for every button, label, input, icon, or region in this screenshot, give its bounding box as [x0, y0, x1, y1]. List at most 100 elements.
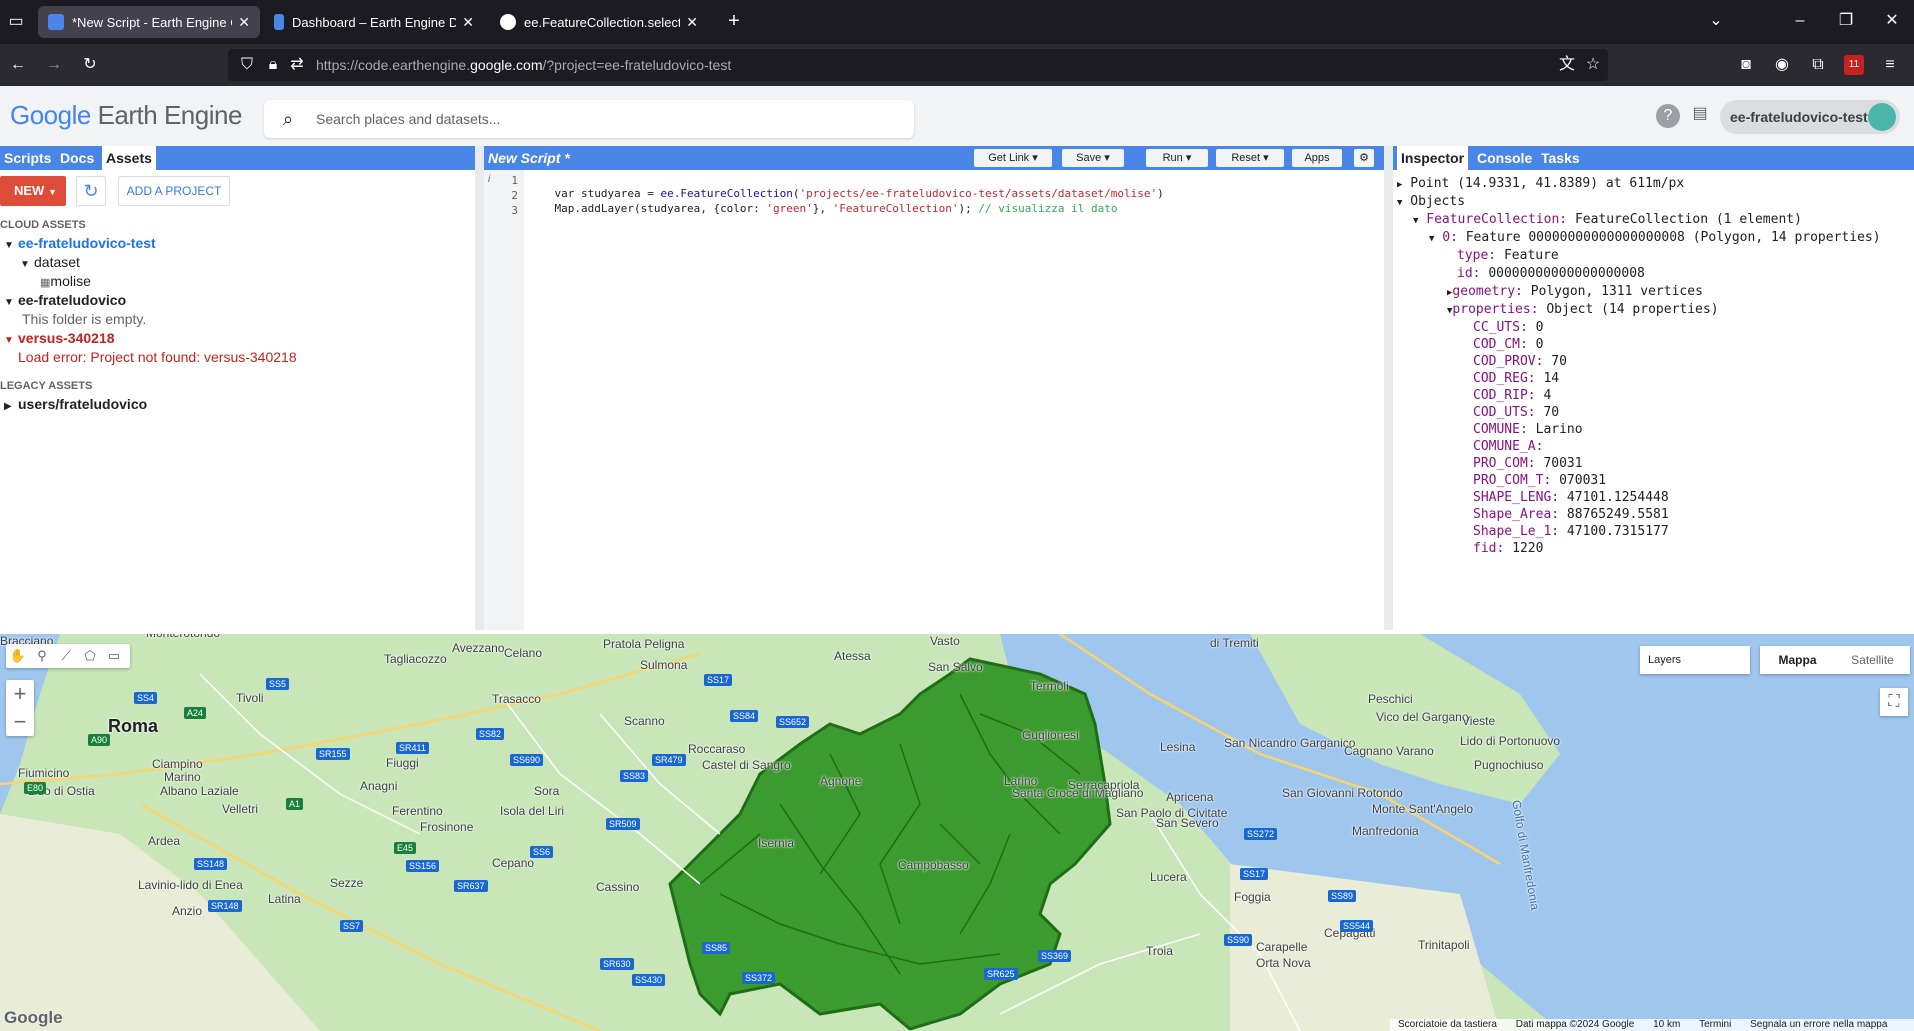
chevron-down-icon[interactable]: ⌄ — [1706, 11, 1726, 31]
inspector-feature[interactable]: ▼ 0: Feature 00000000000000000008 (Polyg… — [1429, 230, 1881, 245]
close-tab-icon[interactable]: ✕ — [238, 14, 250, 31]
terms-link[interactable]: Termini — [1699, 1019, 1731, 1030]
run-button[interactable]: Run ▾ — [1146, 149, 1208, 167]
code-line-2[interactable]: Map.addLayer(studyarea, {color: 'green'}… — [528, 189, 1118, 228]
zoom-out-button[interactable]: − — [6, 708, 34, 736]
tab-console[interactable]: Console — [1473, 146, 1536, 170]
map-type-mappa[interactable]: Mappa — [1760, 646, 1835, 674]
close-window-icon[interactable]: ✕ — [1882, 11, 1902, 31]
tab-tasks[interactable]: Tasks — [1537, 146, 1584, 170]
help-icon[interactable]: ? — [1656, 104, 1680, 128]
report-error-link[interactable]: Segnala un errore nella mappa — [1750, 1019, 1887, 1030]
tab-docs[interactable]: Docs — [56, 146, 98, 170]
scale-bar[interactable]: 10 km — [1653, 1019, 1680, 1030]
inspector-objects[interactable]: ▼ Objects — [1397, 194, 1465, 209]
caret-right-icon[interactable]: ▶ — [4, 401, 18, 412]
permissions-icon[interactable]: ⇄ — [288, 55, 306, 75]
tab-inspector[interactable]: Inspector — [1397, 146, 1469, 170]
left-splitter[interactable] — [475, 146, 484, 630]
caret-down-icon[interactable]: ▼ — [4, 297, 18, 308]
caret-down-icon[interactable]: ▼ — [1413, 216, 1418, 226]
shield-icon[interactable]: ⛉ — [238, 55, 256, 75]
caret-down-icon[interactable]: ▼ — [4, 240, 18, 251]
inspector-geometry[interactable]: ▶geometry: Polygon, 1311 vertices — [1447, 284, 1703, 299]
fullscreen-icon[interactable]: ⛶ — [1880, 688, 1908, 716]
extension-badge-icon[interactable]: 11 — [1844, 55, 1864, 75]
right-splitter[interactable] — [1384, 146, 1393, 630]
inspector-point[interactable]: ▶ Point (14.9331, 41.8389) at 611m/px — [1397, 176, 1684, 191]
road-shield: SS544 — [1340, 920, 1374, 932]
caret-down-icon[interactable]: ▼ — [4, 335, 18, 346]
tree-project-test[interactable]: ▼ ee-frateludovico-test — [4, 235, 156, 251]
keyboard-shortcuts-link[interactable]: Scorciatoie da tastiera — [1398, 1019, 1497, 1030]
browser-tab-dashboard[interactable]: Dashboard – Earth Engine Default ✕ — [264, 6, 484, 38]
tree-project-frateludovico[interactable]: ▼ ee-frateludovico — [4, 292, 126, 308]
lock-icon[interactable]: 🔒︎ — [264, 55, 282, 75]
forward-icon[interactable]: → — [44, 55, 64, 75]
place-label: Monte Sant'Angelo — [1372, 802, 1474, 816]
draw-rectangle-icon[interactable]: ▭ — [102, 644, 126, 668]
back-icon[interactable]: ← — [8, 55, 28, 75]
road-shield: SR155 — [316, 748, 350, 760]
road-shield: SR625 — [984, 968, 1018, 980]
reset-button[interactable]: Reset ▾ — [1216, 149, 1284, 167]
tree-legacy-user[interactable]: ▶ users/frateludovico — [4, 396, 147, 412]
avatar[interactable] — [1868, 103, 1896, 131]
zoom-in-button[interactable]: + — [6, 680, 34, 708]
browser-tab-docs[interactable]: ee.FeatureCollection.select | Google ✕ — [490, 6, 708, 38]
tree-folder-dataset[interactable]: ▼ dataset — [20, 254, 80, 270]
restore-icon[interactable]: ❐ — [1836, 11, 1856, 31]
new-tab-icon[interactable]: + — [724, 11, 744, 31]
get-link-button[interactable]: Get Link ▾ — [974, 149, 1052, 167]
caret-down-icon[interactable]: ▼ — [20, 259, 34, 270]
property-value: 0 — [1535, 337, 1544, 352]
inspector-featurecollection[interactable]: ▼ FeatureCollection: FeatureCollection (… — [1413, 212, 1802, 227]
extensions-icon[interactable]: ⧉ — [1808, 55, 1828, 75]
place-label: Trasacco — [492, 692, 541, 706]
menu-icon[interactable]: ≡ — [1880, 55, 1900, 75]
bookmark-star-icon[interactable]: ☆ — [1584, 55, 1602, 75]
place-label: Marino — [164, 770, 201, 784]
map-type-satellite[interactable]: Satellite — [1835, 646, 1910, 674]
apps-button[interactable]: Apps — [1292, 149, 1342, 167]
property-key: COD_UTS: — [1473, 405, 1536, 420]
minimize-icon[interactable]: – — [1790, 11, 1810, 31]
tab-list-icon[interactable]: ▭ — [6, 12, 26, 32]
draw-line-icon[interactable]: ⟋ — [54, 644, 78, 668]
inspector-properties[interactable]: ▼properties: Object (14 properties) — [1447, 302, 1719, 317]
search-box[interactable]: ⌕ Search places and datasets... — [264, 100, 914, 138]
pan-hand-icon[interactable]: ✋ — [6, 644, 30, 668]
add-project-button[interactable]: ADD A PROJECT — [118, 176, 230, 206]
new-button[interactable]: NEW ▼ — [0, 176, 66, 206]
earth-engine-logo[interactable]: Google Earth Engine — [10, 100, 242, 131]
account-icon[interactable]: ◉ — [1772, 55, 1792, 75]
caret-down-icon[interactable]: ▼ — [1397, 198, 1402, 208]
add-marker-icon[interactable]: ⚲ — [30, 644, 54, 668]
draw-shape-icon[interactable]: ⬠ — [78, 644, 102, 668]
browser-tab-earth-engine[interactable]: *New Script - Earth Engine Code Editor ✕ — [38, 6, 260, 38]
project-selector[interactable]: ee-frateludovico-test — [1720, 100, 1900, 134]
feedback-icon[interactable]: ▤ — [1688, 104, 1712, 124]
save-button[interactable]: Save ▾ — [1062, 149, 1124, 167]
url-text[interactable]: https://code.earthengine.google.com/?pro… — [316, 57, 731, 73]
pocket-icon[interactable]: ◙ — [1736, 55, 1756, 75]
place-label: Vasto — [930, 634, 960, 648]
map-view[interactable]: BraccianoMonterotondoTagliacozzoAvezzano… — [0, 634, 1914, 1031]
tab-scripts[interactable]: Scripts — [0, 146, 55, 170]
tab-assets[interactable]: Assets — [102, 146, 156, 170]
close-tab-icon[interactable]: ✕ — [462, 14, 474, 31]
layers-button[interactable]: Layers — [1640, 646, 1750, 674]
translate-icon[interactable]: 文 — [1558, 55, 1576, 75]
property-value: 70 — [1551, 354, 1567, 369]
caret-right-icon[interactable]: ▶ — [1397, 180, 1402, 190]
road-shield: SR630 — [600, 958, 634, 970]
refresh-button[interactable]: ↻ — [76, 176, 106, 206]
reload-icon[interactable]: ↻ — [80, 55, 100, 75]
tree-asset-molise[interactable]: ▦molise — [40, 273, 91, 289]
caret-down-icon[interactable]: ▼ — [1429, 234, 1434, 244]
settings-gear-icon[interactable]: ⚙ — [1354, 149, 1374, 167]
search-input[interactable]: Search places and datasets... — [316, 111, 500, 127]
url-bar[interactable]: ⛉ 🔒︎ ⇄ https://code.earthengine.google.c… — [228, 49, 1608, 81]
close-tab-icon[interactable]: ✕ — [686, 14, 698, 31]
tree-project-versus[interactable]: ▼ versus-340218 — [4, 330, 115, 346]
